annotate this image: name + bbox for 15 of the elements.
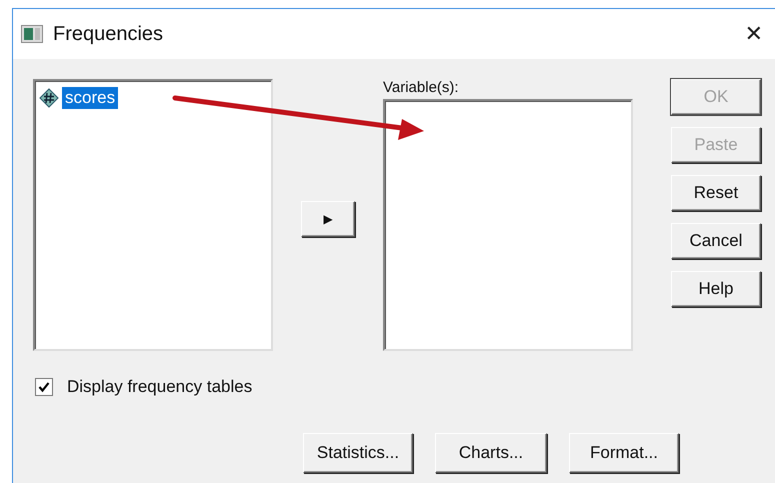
checkbox-label: Display frequency tables	[67, 377, 252, 397]
dialog-button[interactable]: Charts...	[435, 433, 547, 473]
variables-label: Variable(s):	[383, 79, 460, 98]
close-button[interactable]: ✕	[740, 22, 767, 46]
move-button[interactable]: ▶	[301, 201, 355, 237]
numeric-variable-icon	[39, 88, 59, 108]
dialog-button[interactable]: Format...	[569, 433, 679, 473]
checkbox[interactable]	[35, 378, 53, 396]
app-icon	[21, 25, 43, 43]
dialog-button[interactable]: Cancel	[671, 223, 761, 259]
dialog-button[interactable]: Help	[671, 271, 761, 307]
variable-item[interactable]: scores	[62, 87, 118, 109]
dialog-button[interactable]: Reset	[671, 175, 761, 211]
dialog-button[interactable]: Statistics...	[303, 433, 413, 473]
window-title: Frequencies	[53, 22, 164, 46]
